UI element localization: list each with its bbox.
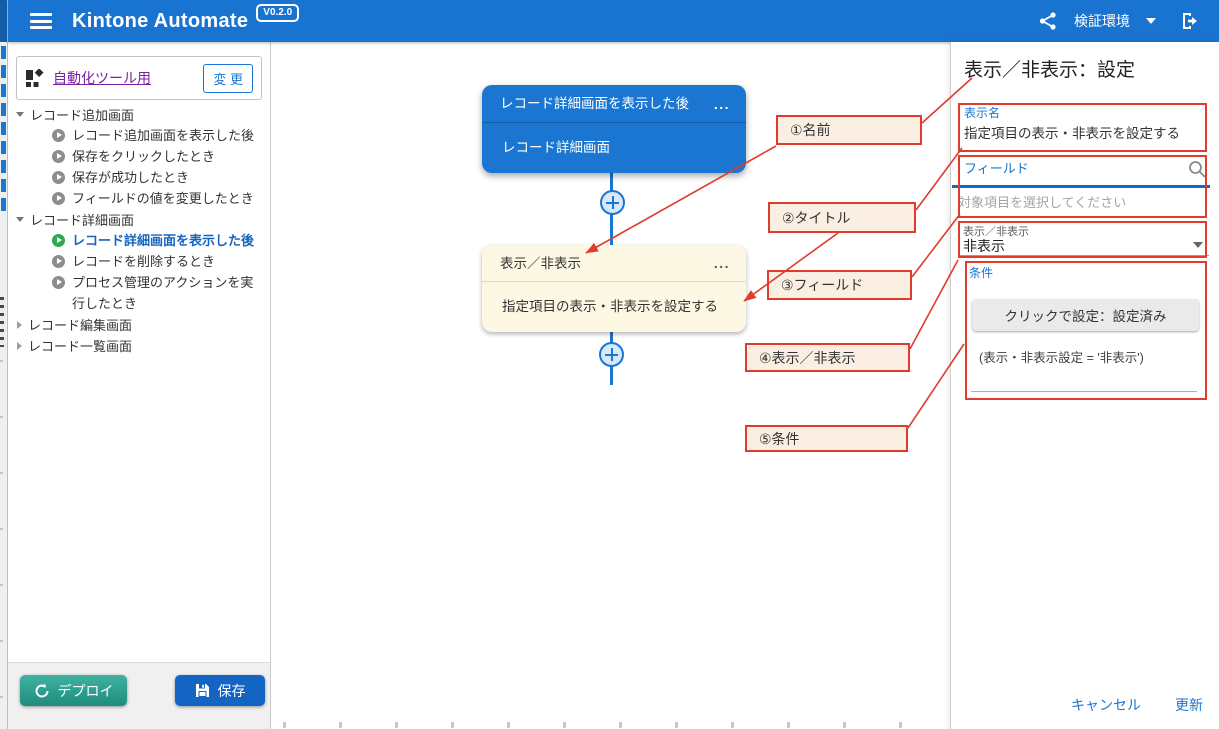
logout-icon[interactable] xyxy=(1180,11,1201,31)
action-node-title: 表示／非表示 xyxy=(500,256,581,271)
caret-down-icon xyxy=(16,112,24,117)
play-icon xyxy=(52,171,65,184)
caret-right-icon xyxy=(17,342,22,350)
tree-item-label: レコード追加画面を表示した後 xyxy=(72,125,260,146)
edge-strip-top xyxy=(0,0,7,42)
annotation-condition: ⑤条件 xyxy=(745,425,908,452)
annotation-field: ③フィールド xyxy=(767,270,912,300)
add-step-icon[interactable] xyxy=(599,342,624,367)
tree-item-label: フィールドの値を変更したとき xyxy=(72,188,260,209)
app-name-link[interactable]: 自動化ツール用 xyxy=(53,68,194,88)
deploy-button-label: デプロイ xyxy=(58,681,114,701)
tree-group-label: レコード詳細画面 xyxy=(30,210,134,229)
annotation-title: ②タイトル xyxy=(768,202,916,233)
app-bar: Kintone Automate V0.2.0 検証環境 xyxy=(8,0,1219,42)
edge-strip-dashes xyxy=(0,297,4,347)
tree-group-label: レコード編集画面 xyxy=(28,315,132,334)
tree-item[interactable]: レコードを削除するとき xyxy=(14,251,268,272)
deploy-button[interactable]: デプロイ xyxy=(20,675,127,706)
tree-item[interactable]: フィールドの値を変更したとき xyxy=(14,188,268,209)
play-icon xyxy=(52,150,65,163)
display-name-label: 表示名 xyxy=(964,104,1000,121)
cancel-button[interactable]: キャンセル xyxy=(1065,694,1147,716)
condition-underline xyxy=(971,391,1197,392)
visibility-select-value[interactable]: 非表示 xyxy=(963,236,1005,256)
tree-item[interactable]: レコード追加画面を表示した後 xyxy=(14,125,268,146)
settings-panel: 表示／非表示：設定 表示名 指定項目の表示・非表示を設定する フィールド 対象項… xyxy=(950,42,1219,729)
tree-group-label: レコード一覧画面 xyxy=(28,336,132,355)
more-menu-icon[interactable]: ... xyxy=(714,245,730,282)
trigger-node-subtitle: レコード詳細画面 xyxy=(482,123,746,172)
condition-expression: (表示・非表示設定 = '非表示') xyxy=(979,347,1144,366)
update-button[interactable]: 更新 xyxy=(1169,694,1209,716)
app-selector: 自動化ツール用 変 更 xyxy=(16,56,262,100)
action-node[interactable]: 表示／非表示 ... 指定項目の表示・非表示を設定する xyxy=(482,245,746,332)
visibility-underline xyxy=(959,255,1209,256)
field-helper-text: 対象項目を選択してください xyxy=(958,192,1126,211)
caret-down-icon xyxy=(16,217,24,222)
version-badge: V0.2.0 xyxy=(256,4,299,22)
play-icon xyxy=(52,129,65,142)
action-node-header: 表示／非表示 ... xyxy=(482,245,746,282)
save-disk-icon xyxy=(195,683,210,698)
environment-name: 検証環境 xyxy=(1074,11,1130,31)
tree-item-label: レコード詳細画面を表示した後 xyxy=(72,230,260,251)
event-tree: レコード追加画面 レコード追加画面を表示した後 保存をクリックしたとき 保存が成… xyxy=(14,104,268,356)
tree-group-record-detail[interactable]: レコード詳細画面 xyxy=(14,209,268,230)
condition-label: 条件 xyxy=(969,264,993,281)
play-icon xyxy=(52,255,65,268)
tree-item-label: 保存をクリックしたとき xyxy=(72,146,260,167)
play-icon-active xyxy=(52,234,65,247)
trigger-node-title: レコード詳細画面を表示した後 xyxy=(500,96,689,111)
condition-set-button[interactable]: クリックで設定：設定済み xyxy=(972,299,1199,331)
tree-item-active[interactable]: レコード詳細画面を表示した後 xyxy=(14,230,268,251)
hamburger-menu-icon[interactable] xyxy=(30,13,52,29)
play-icon xyxy=(52,276,65,289)
annotation-visibility: ④表示／非表示 xyxy=(745,343,910,372)
save-button-label: 保存 xyxy=(218,681,246,701)
action-node-subtitle: 指定項目の表示・非表示を設定する xyxy=(482,282,746,331)
sidebar-footer: デプロイ 保存 xyxy=(8,662,270,729)
environment-caret-icon[interactable] xyxy=(1146,18,1156,24)
field-input-underline xyxy=(952,185,1210,188)
tree-item[interactable]: 保存をクリックしたとき xyxy=(14,146,268,167)
panel-title: 表示／非表示：設定 xyxy=(964,55,1135,82)
sync-icon xyxy=(34,683,50,699)
annotation-name: ①名前 xyxy=(776,115,922,145)
field-search-input[interactable] xyxy=(961,172,1181,186)
change-app-button[interactable]: 変 更 xyxy=(203,64,253,93)
sidebar: 自動化ツール用 変 更 レコード追加画面 レコード追加画面を表示した後 保存をク… xyxy=(8,42,271,729)
edge-strip-ticks xyxy=(0,360,3,720)
add-step-icon[interactable] xyxy=(600,190,625,215)
search-icon[interactable] xyxy=(1187,159,1207,179)
display-name-value: 指定項目の表示・非表示を設定する xyxy=(964,122,1214,142)
tree-group-record-edit[interactable]: レコード編集画面 xyxy=(14,314,268,335)
app-title: Kintone Automate xyxy=(72,10,248,33)
tree-group-record-list[interactable]: レコード一覧画面 xyxy=(14,335,268,356)
tree-group-record-add[interactable]: レコード追加画面 xyxy=(14,104,268,125)
tree-item-label: 保存が成功したとき xyxy=(72,167,260,188)
caret-right-icon xyxy=(17,321,22,329)
edge-strip-blue-marks xyxy=(1,46,6,216)
tree-item[interactable]: プロセス管理のアクションを実行したとき xyxy=(14,272,268,314)
tree-item-label: プロセス管理のアクションを実行したとき xyxy=(72,272,260,314)
more-menu-icon[interactable]: ... xyxy=(714,85,730,123)
trigger-node-header: レコード詳細画面を表示した後 ... xyxy=(482,85,746,123)
collapsed-edge-strip xyxy=(0,0,8,729)
play-icon xyxy=(52,192,65,205)
save-button[interactable]: 保存 xyxy=(175,675,265,706)
visibility-caret-icon[interactable] xyxy=(1193,242,1203,248)
tree-item[interactable]: 保存が成功したとき xyxy=(14,167,268,188)
tree-group-label: レコード追加画面 xyxy=(30,105,134,124)
trigger-node[interactable]: レコード詳細画面を表示した後 ... レコード詳細画面 xyxy=(482,85,746,173)
share-icon[interactable] xyxy=(1038,11,1058,31)
tree-item-label: レコードを削除するとき xyxy=(72,251,260,272)
app-icon xyxy=(25,69,44,88)
